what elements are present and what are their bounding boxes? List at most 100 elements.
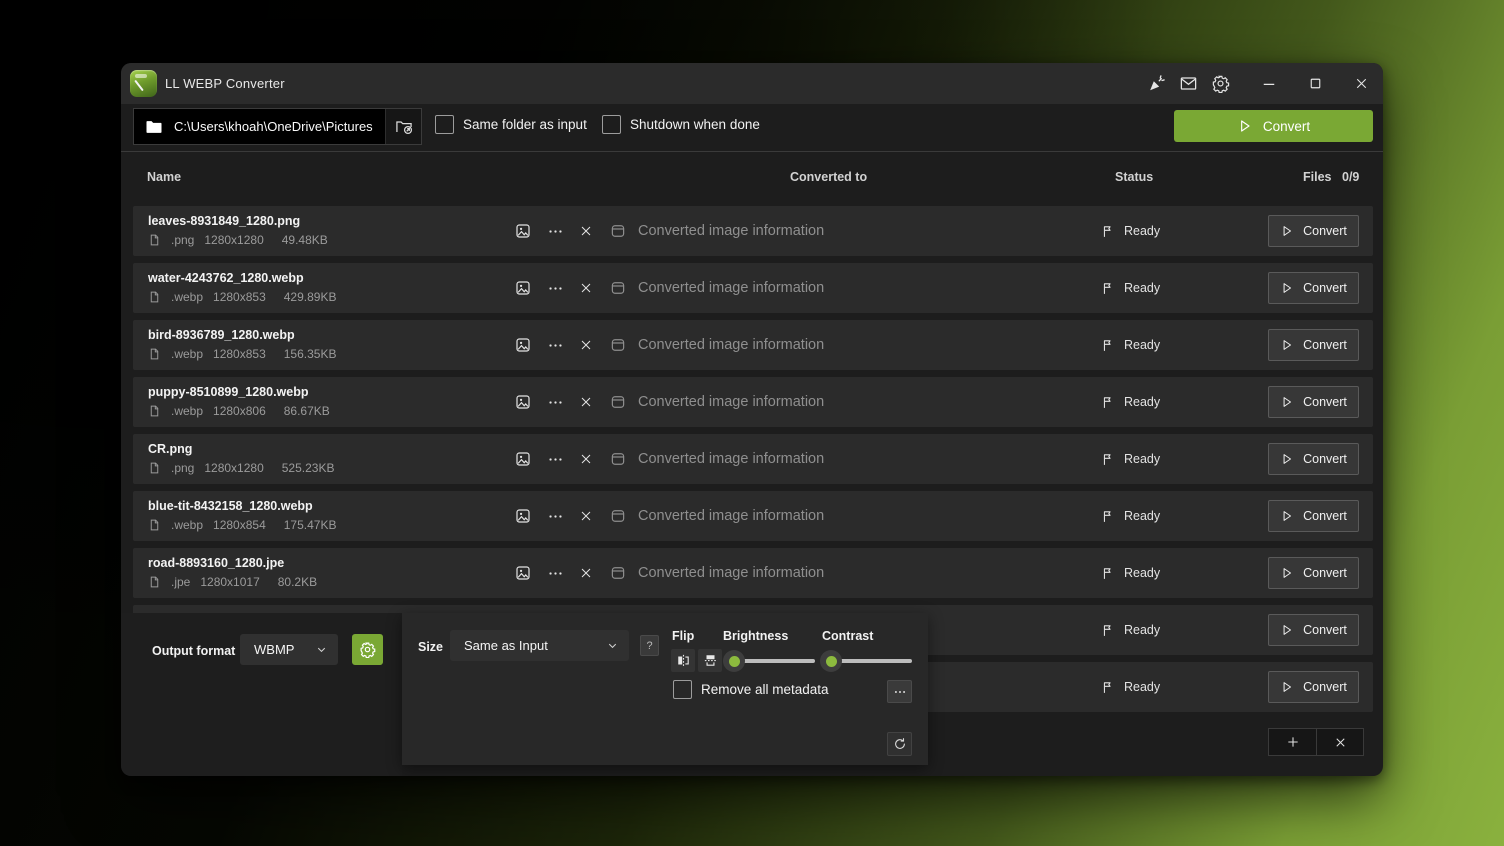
remove-metadata-checkbox[interactable]: Remove all metadata	[673, 680, 829, 699]
row-convert-label: Convert	[1303, 338, 1347, 352]
checkbox-box[interactable]	[602, 115, 621, 134]
window-title: LL WEBP Converter	[165, 76, 285, 91]
row-more-button[interactable]	[541, 559, 569, 587]
file-meta: .webp 1280x854 175.47KB	[148, 518, 336, 532]
row-convert-label: Convert	[1303, 623, 1347, 637]
file-dimensions: 1280x1280	[204, 461, 264, 475]
maximize-button[interactable]	[1295, 68, 1335, 99]
row-remove-button[interactable]	[572, 388, 600, 416]
status-text: Ready	[1124, 338, 1161, 352]
row-convert-button[interactable]: Convert	[1268, 272, 1359, 304]
format-settings-button[interactable]	[352, 634, 383, 665]
row-status: Ready	[1101, 662, 1160, 712]
clear-list-button[interactable]	[1316, 728, 1364, 756]
ellipsis-icon	[547, 223, 564, 240]
checkbox-box[interactable]	[435, 115, 454, 134]
row-convert-button[interactable]: Convert	[1268, 215, 1359, 247]
converted-info: Converted image information	[609, 377, 824, 427]
metadata-more-button[interactable]	[887, 680, 912, 703]
ellipsis-icon	[547, 565, 564, 582]
settings-button[interactable]	[1204, 68, 1236, 99]
status-text: Ready	[1124, 281, 1161, 295]
close-button[interactable]	[1341, 68, 1381, 99]
status-text: Ready	[1124, 623, 1161, 637]
close-icon	[578, 280, 594, 296]
flag-icon	[1101, 452, 1116, 467]
output-path-field[interactable]: C:\Users\khoah\OneDrive\Pictures	[134, 109, 385, 144]
row-more-button[interactable]	[541, 331, 569, 359]
flip-vertical-button[interactable]	[698, 649, 722, 672]
header-converted-to: Converted to	[790, 170, 868, 184]
row-convert-label: Convert	[1303, 680, 1347, 694]
flag-icon	[1101, 281, 1116, 296]
checkbox-box[interactable]	[673, 680, 692, 699]
file-ext: .webp	[171, 290, 204, 304]
converted-info-text: Converted image information	[638, 394, 825, 410]
flag-icon	[1101, 680, 1116, 695]
file-meta: .webp 1280x853 156.35KB	[148, 347, 336, 361]
same-folder-checkbox[interactable]: Same folder as input	[435, 115, 587, 134]
browse-folder-button[interactable]	[385, 109, 421, 144]
flip-horizontal-button[interactable]	[671, 649, 695, 672]
gear-icon	[1211, 74, 1230, 93]
row-convert-button[interactable]: Convert	[1268, 443, 1359, 475]
row-convert-button[interactable]: Convert	[1268, 329, 1359, 361]
shutdown-checkbox[interactable]: Shutdown when done	[602, 115, 760, 134]
table-row: road-8893160_1280.jpe .jpe 1280x1017 80.…	[133, 548, 1373, 598]
preview-image-button[interactable]	[509, 274, 537, 302]
row-more-button[interactable]	[541, 445, 569, 473]
row-status: Ready	[1101, 605, 1160, 655]
row-more-button[interactable]	[541, 388, 569, 416]
reset-settings-button[interactable]	[887, 732, 912, 756]
row-convert-button[interactable]: Convert	[1268, 500, 1359, 532]
converted-box-icon	[609, 279, 627, 297]
size-help-button[interactable]: ?	[640, 635, 659, 656]
row-convert-button[interactable]: Convert	[1268, 386, 1359, 418]
row-remove-button[interactable]	[572, 331, 600, 359]
convert-all-button[interactable]: Convert	[1174, 110, 1373, 142]
maximize-icon	[1307, 75, 1324, 92]
preview-image-button[interactable]	[509, 502, 537, 530]
announcements-button[interactable]	[1140, 68, 1172, 99]
title-bar: LL WEBP Converter	[121, 63, 1383, 104]
row-remove-button[interactable]	[572, 274, 600, 302]
convert-all-label: Convert	[1262, 118, 1311, 134]
preview-image-button[interactable]	[509, 388, 537, 416]
ellipsis-icon	[893, 685, 907, 699]
row-more-button[interactable]	[541, 274, 569, 302]
row-remove-button[interactable]	[572, 445, 600, 473]
preview-image-button[interactable]	[509, 331, 537, 359]
file-page-icon	[148, 290, 161, 304]
file-meta: .webp 1280x853 429.89KB	[148, 290, 336, 304]
close-icon	[578, 223, 594, 239]
close-icon	[578, 508, 594, 524]
preview-image-button[interactable]	[509, 559, 537, 587]
header-files: Files	[1303, 170, 1332, 184]
image-icon	[514, 450, 532, 468]
add-files-button[interactable]	[1268, 728, 1316, 756]
size-select[interactable]: Same as Input	[450, 630, 629, 661]
row-convert-label: Convert	[1303, 395, 1347, 409]
output-format-select[interactable]: WBMP	[240, 634, 338, 665]
preview-image-button[interactable]	[509, 217, 537, 245]
row-remove-button[interactable]	[572, 502, 600, 530]
brightness-slider-thumb[interactable]	[723, 650, 745, 672]
minimize-button[interactable]	[1249, 68, 1289, 99]
row-convert-button[interactable]: Convert	[1268, 671, 1359, 703]
contact-button[interactable]	[1172, 68, 1204, 99]
preview-image-button[interactable]	[509, 445, 537, 473]
row-remove-button[interactable]	[572, 559, 600, 587]
row-more-button[interactable]	[541, 217, 569, 245]
gear-icon	[359, 641, 376, 658]
row-convert-label: Convert	[1303, 509, 1347, 523]
row-convert-button[interactable]: Convert	[1268, 614, 1359, 646]
output-path-group: C:\Users\khoah\OneDrive\Pictures	[133, 108, 422, 145]
flip-label: Flip	[672, 629, 695, 643]
row-remove-button[interactable]	[572, 217, 600, 245]
file-name: leaves-8931849_1280.png	[148, 214, 301, 228]
converted-box-icon	[609, 564, 627, 582]
row-convert-button[interactable]: Convert	[1268, 557, 1359, 589]
contrast-slider-thumb[interactable]	[820, 650, 842, 672]
file-dimensions: 1280x853	[213, 290, 266, 304]
row-more-button[interactable]	[541, 502, 569, 530]
